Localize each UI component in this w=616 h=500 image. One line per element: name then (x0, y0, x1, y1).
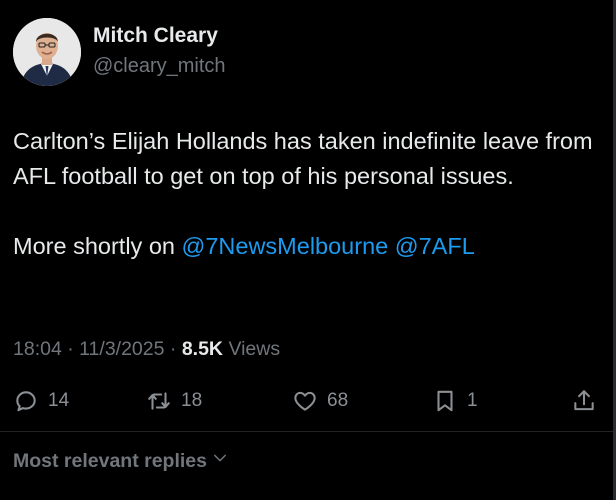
like-button[interactable]: 68 (292, 384, 348, 418)
repost-button[interactable]: 18 (146, 384, 202, 418)
share-icon (571, 388, 597, 414)
tweet-text-line1: Carlton’s Elijah Hollands has taken inde… (13, 128, 593, 189)
tweet-date[interactable]: 11/3/2025 (79, 338, 164, 360)
author-handle[interactable]: @cleary_mitch (93, 55, 226, 78)
mention-7afl[interactable]: @7AFL (395, 233, 475, 259)
tweet-meta: 18:04 · 11/3/2025 · 8.5K Views (13, 338, 280, 361)
share-button[interactable] (571, 384, 597, 418)
bookmark-button[interactable]: 1 (432, 384, 478, 418)
divider (0, 431, 616, 432)
tweet-time[interactable]: 18:04 (13, 338, 62, 360)
repost-icon (146, 388, 172, 414)
speech-bubble-icon (13, 388, 39, 414)
tweet-text-prefix: More shortly on (13, 233, 182, 259)
meta-separator: · (67, 338, 80, 360)
views-label: Views (228, 338, 281, 360)
views-count: 8.5K (181, 338, 224, 360)
reply-count: 14 (48, 390, 70, 411)
reply-button[interactable]: 14 (13, 384, 69, 418)
meta-separator: · (169, 338, 182, 360)
like-count: 68 (327, 390, 349, 411)
action-bar: 14 18 68 1 (0, 384, 616, 418)
author-avatar[interactable] (13, 18, 81, 86)
mention-7newsmelbourne[interactable]: @7NewsMelbourne (181, 233, 388, 259)
bookmark-count: 1 (467, 390, 478, 411)
heart-icon (292, 388, 318, 414)
replies-sort-label: Most relevant replies (13, 449, 207, 472)
avatar-photo (13, 18, 81, 86)
repost-count: 18 (181, 390, 203, 411)
bookmark-icon (432, 388, 458, 414)
tweet-body: Carlton’s Elijah Hollands has taken inde… (13, 124, 608, 264)
replies-sort-selector[interactable]: Most relevant replies (13, 449, 229, 473)
chevron-down-icon (207, 449, 229, 473)
author-name[interactable]: Mitch Cleary (93, 24, 218, 48)
tweet-text-line2: More shortly on @7NewsMelbourne @7AFL (13, 229, 608, 264)
